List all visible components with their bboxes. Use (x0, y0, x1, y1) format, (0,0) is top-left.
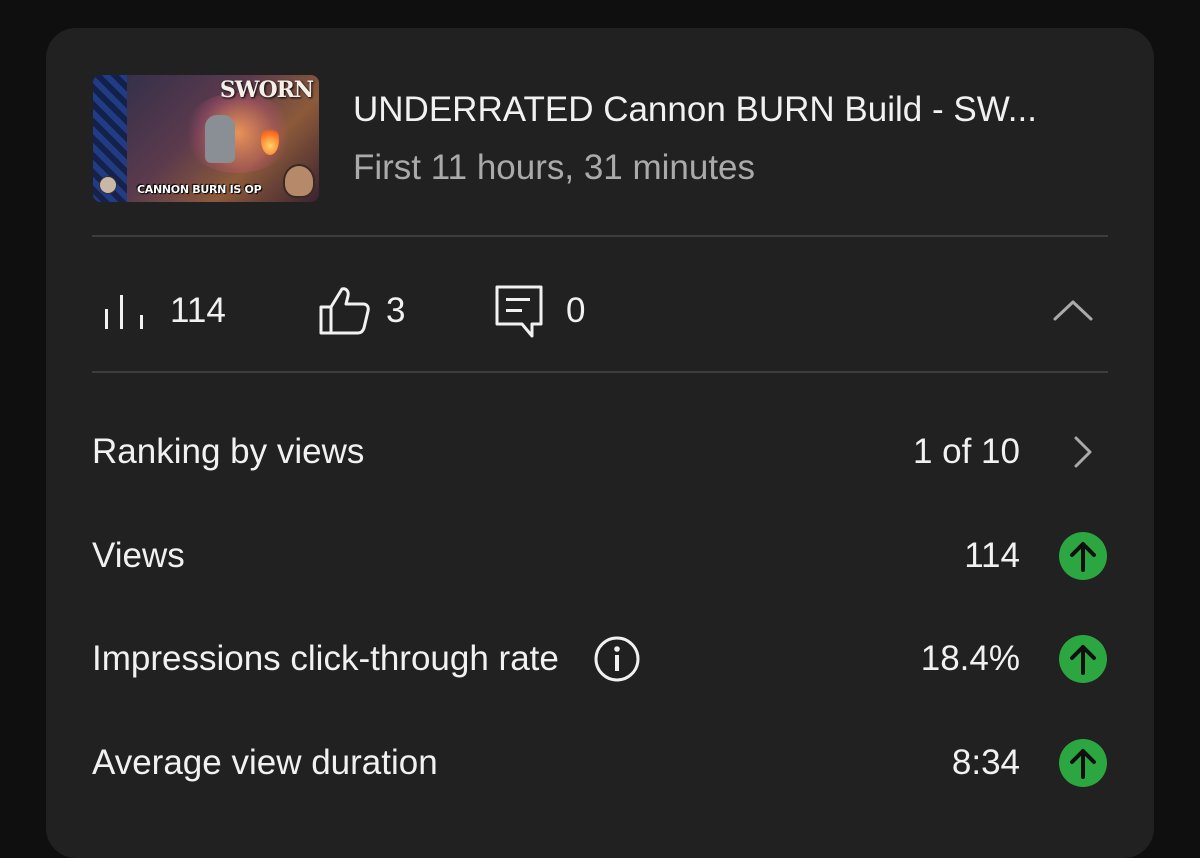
chevron-right-icon[interactable] (1058, 427, 1108, 477)
likes-stat: 3 (318, 286, 405, 336)
video-time-range: First 11 hours, 31 minutes (353, 148, 756, 187)
metric-value: 8:34 (951, 743, 1020, 782)
collapse-button[interactable] (1048, 290, 1098, 334)
likes-count: 3 (386, 291, 406, 330)
metric-label: Views (92, 536, 185, 575)
thumbnail-logo-text: SWORN (219, 77, 314, 103)
chevron-up-icon (1053, 299, 1093, 326)
metric-value: 114 (964, 536, 1020, 575)
metric-label-wrap: Impressions click-through rate (92, 635, 641, 683)
thumbs-up-icon (318, 285, 372, 337)
thumbnail-art-character (205, 115, 235, 163)
metric-value: 1 of 10 (912, 432, 1020, 471)
thumbnail-small-avatar (99, 176, 117, 194)
metric-label: Impressions click-through rate (92, 639, 559, 678)
metric-value: 18.4% (920, 639, 1020, 678)
thumbnail-creator-avatar (283, 164, 315, 198)
video-thumbnail[interactable]: SWORN CANNON BURN IS OP (93, 75, 319, 202)
thumbnail-caption: CANNON BURN IS OP (137, 183, 262, 196)
metric-row-ctr: Impressions click-through rate 18.4% (92, 629, 1108, 689)
comments-stat: 0 (494, 284, 586, 338)
trend-up-icon (1058, 531, 1108, 581)
metric-row-ranking[interactable]: Ranking by views 1 of 10 (92, 422, 1108, 482)
bar-chart-icon (104, 291, 152, 331)
metric-row-avg-duration: Average view duration 8:34 (92, 733, 1108, 793)
views-stat: 114 (104, 286, 226, 336)
comments-count: 0 (566, 291, 586, 330)
divider (92, 235, 1108, 237)
divider (92, 371, 1108, 373)
trend-up-icon (1058, 634, 1108, 684)
thumbnail-art-fire (261, 125, 279, 155)
metric-label: Average view duration (92, 743, 438, 782)
trend-up-icon (1058, 738, 1108, 788)
video-analytics-card: SWORN CANNON BURN IS OP UNDERRATED Canno… (46, 28, 1154, 858)
metric-label: Ranking by views (92, 432, 365, 471)
views-count: 114 (170, 291, 226, 330)
metric-row-views: Views 114 (92, 526, 1108, 586)
comment-icon (494, 284, 544, 338)
video-title[interactable]: UNDERRATED Cannon BURN Build - SW... (353, 90, 1037, 130)
info-icon[interactable] (593, 635, 641, 683)
